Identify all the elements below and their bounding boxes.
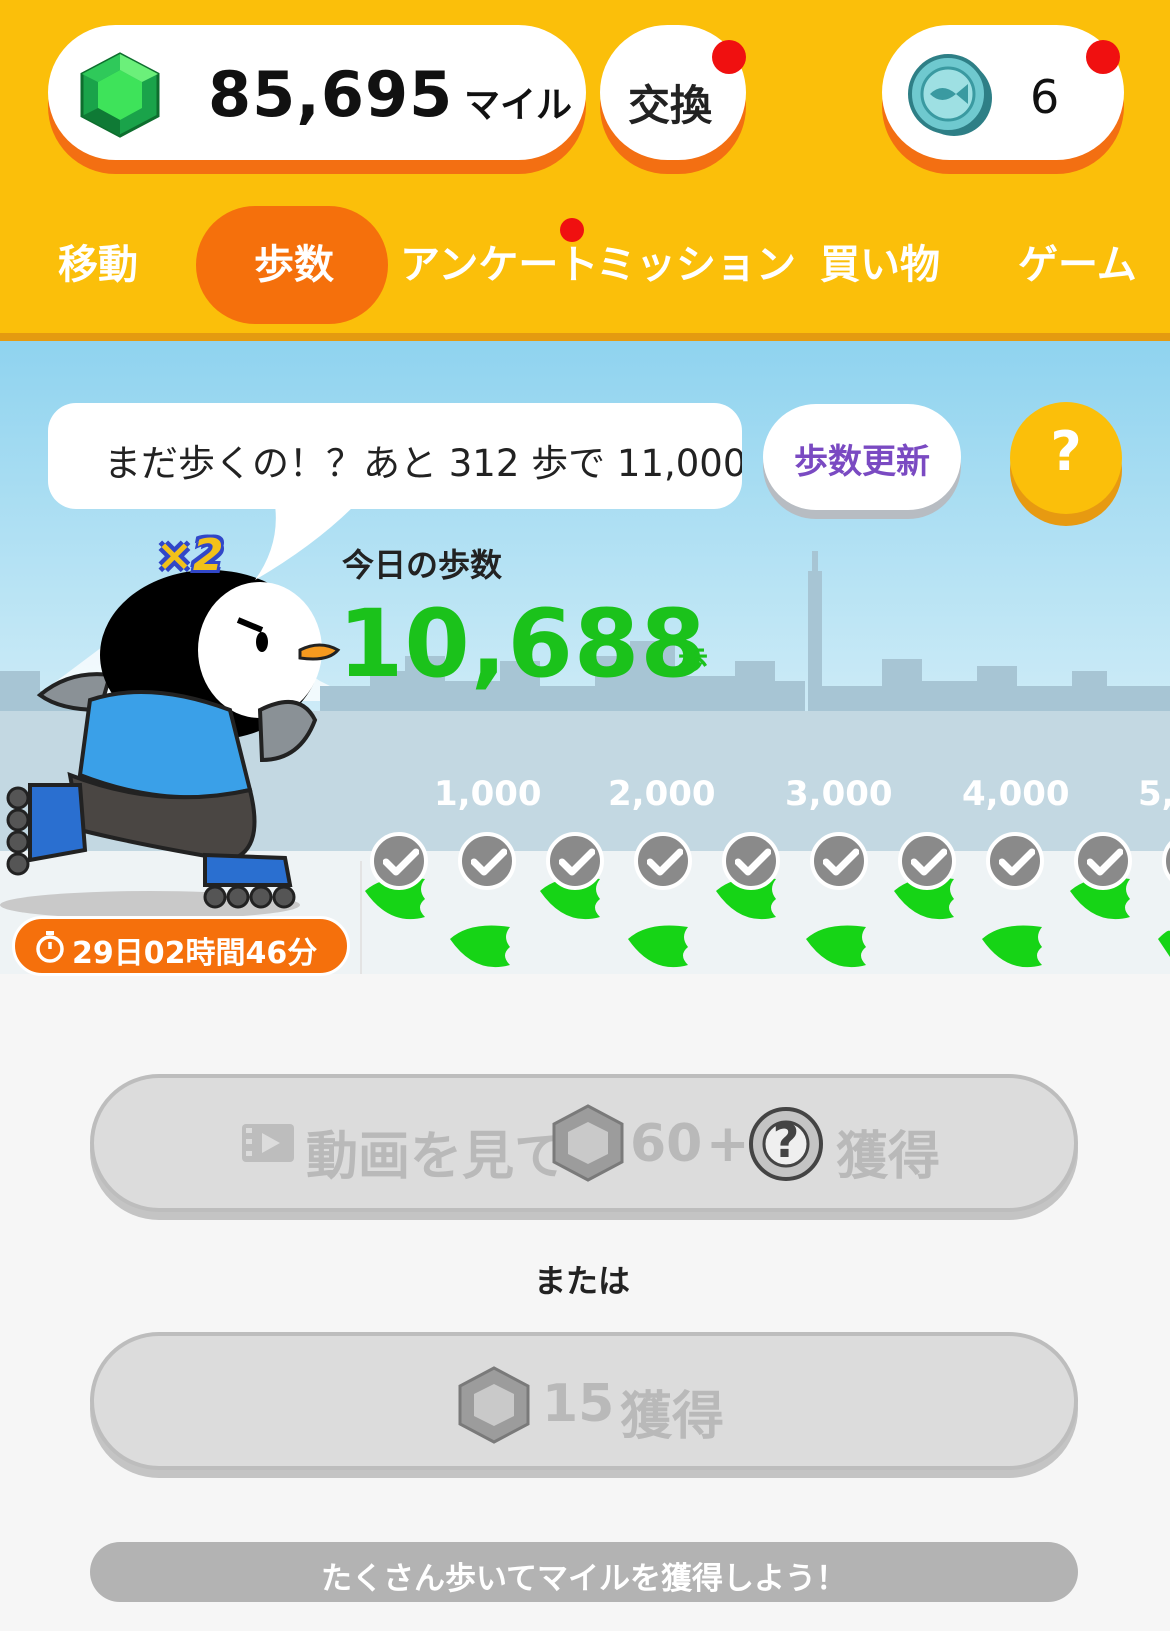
milestone-label: 2,000	[608, 774, 716, 814]
check-icon	[546, 832, 604, 890]
exchange-notification-dot	[712, 40, 746, 74]
help-icon: ?	[1050, 420, 1082, 483]
tab-steps[interactable]: 歩数	[254, 232, 334, 290]
milestone-label: 5,	[1138, 774, 1170, 814]
claim-reward-suffix: 獲得	[620, 1387, 725, 1447]
or-separator: または	[534, 1262, 631, 1300]
today-steps-unit: 歩	[678, 644, 708, 679]
claim-reward-amount: 15	[542, 1374, 615, 1434]
check-icon	[722, 832, 780, 890]
survey-notification-dot	[560, 218, 584, 242]
watch-video-label: 動画を見て	[306, 1127, 567, 1187]
check-icon	[458, 832, 516, 890]
remaining-time-text: 29日02時間46分	[72, 936, 318, 971]
video-reward-suffix: 獲得	[836, 1127, 941, 1187]
check-icon	[370, 832, 428, 890]
multiplier-badge: ×2	[156, 530, 224, 581]
today-steps-value: 10,688	[338, 590, 707, 699]
speech-bubble-text: まだ歩くの！？あと 312 歩で 11,000	[104, 442, 742, 485]
tab-mission[interactable]: ミッション	[596, 232, 796, 290]
gem-icon	[552, 1104, 624, 1182]
coin-notification-dot	[1086, 40, 1120, 74]
plus-sign: +	[706, 1114, 750, 1174]
check-icon	[1074, 832, 1132, 890]
speech-bubble: まだ歩くの！？あと 312 歩で 11,000	[48, 403, 742, 509]
video-reward-amount: 60	[630, 1114, 703, 1174]
update-steps-label: 歩数更新	[794, 442, 930, 482]
header-divider	[0, 333, 1170, 341]
fish-coin-icon	[908, 54, 992, 136]
tab-shopping[interactable]: 買い物	[820, 232, 940, 290]
miles-value: 85,695	[208, 58, 454, 131]
gem-icon	[80, 52, 160, 138]
video-icon	[242, 1124, 294, 1162]
milestone-label: 3,000	[785, 774, 893, 814]
milestone-label: 4,000	[962, 774, 1070, 814]
check-icon	[810, 832, 868, 890]
check-icon	[986, 832, 1044, 890]
stopwatch-icon	[36, 931, 64, 963]
milestone-label: 1,000	[434, 774, 542, 814]
mystery-ball-mark: ?	[772, 1114, 800, 1168]
tab-game[interactable]: ゲーム	[1018, 232, 1137, 290]
penguin-mascot	[0, 570, 341, 919]
exchange-label: 交換	[628, 81, 713, 130]
today-steps-label: 今日の歩数	[342, 546, 503, 584]
hint-banner-text: たくさん歩いてマイルを獲得しよう！	[320, 1561, 848, 1597]
gem-icon	[458, 1366, 530, 1444]
miles-unit: マイル	[464, 85, 573, 126]
coin-count: 6	[1030, 70, 1060, 124]
tab-move[interactable]: 移動	[58, 232, 138, 290]
check-icon	[898, 832, 956, 890]
check-icon	[634, 832, 692, 890]
